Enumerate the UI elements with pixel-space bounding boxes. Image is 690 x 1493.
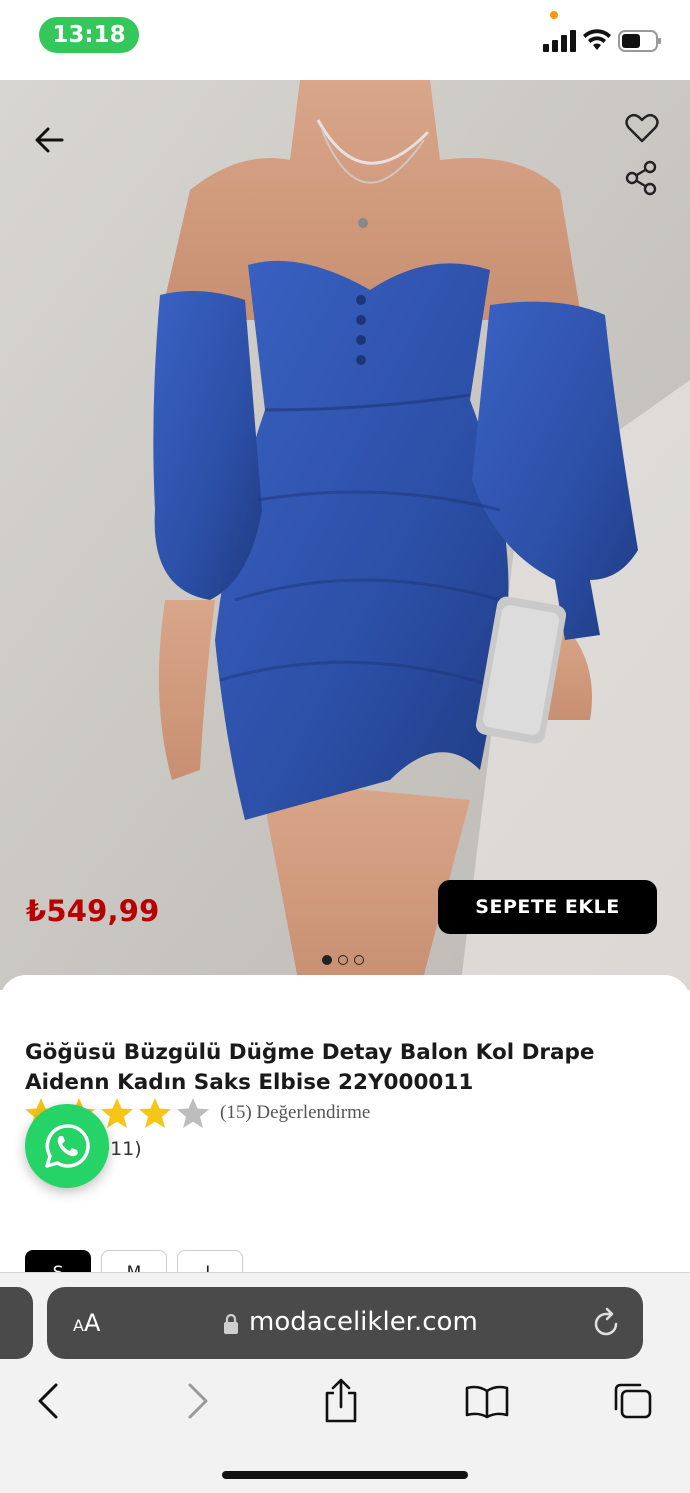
share-icon[interactable] <box>624 160 658 196</box>
rating-count[interactable]: (15) Değerlendirme <box>220 1102 370 1124</box>
home-indicator[interactable] <box>222 1471 468 1479</box>
browser-toolbar: AA modacelikler.com <box>0 1272 690 1493</box>
privacy-indicator <box>550 11 558 19</box>
wifi-icon <box>583 29 611 50</box>
star-empty-icon <box>177 1098 209 1128</box>
heart-icon[interactable] <box>624 110 660 146</box>
battery-icon <box>618 30 661 52</box>
signal-icon <box>543 30 576 52</box>
whatsapp-icon <box>45 1124 90 1168</box>
star-filled-icon <box>101 1098 133 1128</box>
forward-nav-icon[interactable] <box>184 1381 212 1421</box>
previous-tab-preview[interactable] <box>0 1287 33 1359</box>
product-title: Göğüsü Büzgülü Düğme Detay Balon Kol Dra… <box>25 1040 595 1095</box>
pagination-dot[interactable] <box>354 955 364 965</box>
lock-icon <box>224 1313 238 1334</box>
share-sheet-icon[interactable] <box>322 1377 360 1423</box>
address-bar[interactable]: AA modacelikler.com <box>47 1287 643 1359</box>
tabs-icon[interactable] <box>612 1381 654 1421</box>
back-nav-icon[interactable] <box>34 1381 62 1421</box>
whatsapp-button[interactable] <box>25 1104 109 1188</box>
aa-label-tail: A <box>83 1309 101 1337</box>
status-bar: 13:18 <box>0 0 690 80</box>
status-time: 13:18 <box>39 17 139 53</box>
reader-options-button[interactable]: AA <box>73 1309 100 1337</box>
pagination-dot[interactable] <box>322 955 332 965</box>
image-pagination <box>322 955 364 965</box>
bookmarks-icon[interactable] <box>464 1385 510 1419</box>
pagination-dot[interactable] <box>338 955 348 965</box>
reload-icon[interactable] <box>591 1307 621 1339</box>
star-filled-icon <box>139 1098 171 1128</box>
url-text: modacelikler.com <box>249 1307 478 1337</box>
product-image[interactable]: ₺549,99 SEPETE EKLE <box>0 80 690 990</box>
add-to-cart-button[interactable]: SEPETE EKLE <box>438 880 657 934</box>
product-price: ₺549,99 <box>26 894 160 928</box>
product-photo <box>0 80 690 990</box>
arrow-left-icon[interactable] <box>30 120 70 160</box>
